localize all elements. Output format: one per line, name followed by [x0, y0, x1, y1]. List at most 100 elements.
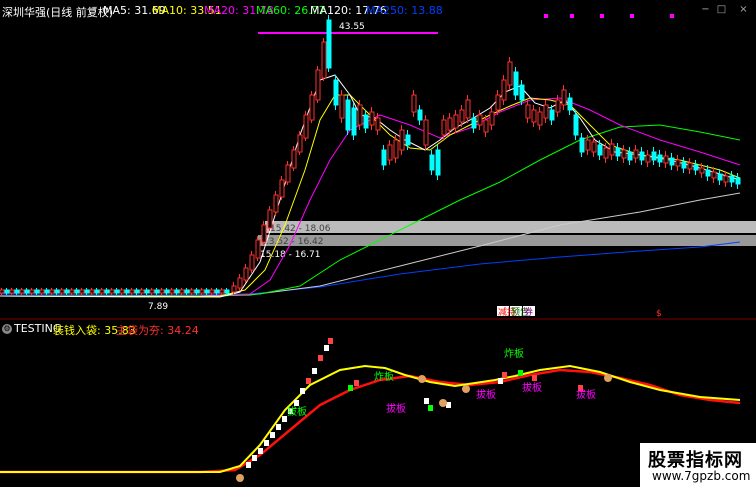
candlesticks	[0, 15, 741, 295]
zone-label: 15.42 - 18.06	[270, 224, 331, 234]
candle	[326, 19, 332, 69]
indicator-bars	[246, 338, 583, 468]
candle	[231, 285, 237, 293]
candle	[687, 162, 693, 170]
candle	[375, 117, 381, 131]
indicator-bar	[312, 368, 317, 374]
candle	[54, 289, 60, 294]
chart-canvas[interactable]: 15.42 - 18.06 13.52 - 16.42 15.18 - 16.7…	[0, 0, 756, 487]
indicator-bar	[518, 370, 523, 376]
candle	[169, 289, 175, 294]
candle	[387, 144, 393, 161]
indicator-bar	[264, 440, 269, 446]
candle	[597, 144, 603, 156]
candle	[249, 254, 255, 271]
candle	[124, 289, 130, 294]
candle	[204, 289, 210, 294]
candle	[104, 289, 110, 294]
dividend-icon: $	[656, 309, 662, 319]
candle	[189, 289, 195, 294]
candle	[357, 104, 363, 126]
candle	[603, 147, 609, 159]
candle	[441, 119, 447, 136]
candle	[699, 167, 705, 174]
candle	[351, 107, 357, 136]
candle	[483, 119, 489, 133]
indicator-bar	[246, 462, 251, 468]
candle	[519, 84, 525, 101]
indicator-bar	[324, 345, 329, 351]
candle	[459, 109, 465, 123]
signal-label: 拔板	[522, 381, 542, 394]
candle	[34, 289, 40, 294]
candle	[525, 104, 531, 119]
candle	[393, 139, 399, 159]
event-tag-label: 券	[524, 306, 533, 318]
candle	[44, 289, 50, 294]
candle	[49, 289, 55, 294]
candle	[0, 289, 5, 294]
candle	[549, 109, 555, 121]
indicator-bar	[258, 448, 263, 454]
candle	[255, 239, 261, 259]
candle	[339, 94, 345, 119]
candle	[585, 139, 591, 151]
candle	[363, 114, 369, 129]
candle	[119, 289, 125, 294]
indicator-bar	[300, 388, 305, 394]
settings-icon[interactable]: ⚙	[2, 324, 12, 334]
candle	[79, 289, 85, 294]
candle	[237, 277, 243, 289]
candle	[89, 289, 95, 294]
candle	[179, 289, 185, 294]
candle	[154, 289, 160, 294]
candle	[333, 79, 339, 106]
indicator-bar	[498, 378, 503, 384]
indicator-bar	[354, 380, 359, 386]
candle	[84, 289, 90, 294]
candle	[164, 289, 170, 294]
indicator-bar	[270, 432, 275, 438]
candle	[39, 289, 45, 294]
candle	[94, 289, 100, 294]
candle	[615, 147, 621, 157]
candle	[184, 289, 190, 294]
indicator-bar	[424, 398, 429, 404]
candle	[99, 289, 105, 294]
indicator-bar	[318, 355, 323, 361]
candle	[14, 289, 20, 294]
candle	[717, 173, 723, 181]
indicator-header: ⚙ TESTING 装钱入袋: 35.83 主袋为夯: 34.24	[0, 320, 756, 337]
candle	[711, 171, 717, 179]
watermark: 股票指标网 www.7gpzb.com	[640, 443, 756, 487]
candle	[435, 149, 441, 176]
candle	[447, 117, 453, 131]
candle	[639, 151, 645, 161]
indicator-bar	[294, 400, 299, 406]
candle	[64, 289, 70, 294]
candle	[59, 289, 65, 294]
signal-label: 拔板	[287, 405, 307, 418]
candle	[429, 154, 435, 171]
candle	[609, 143, 615, 156]
candle	[279, 179, 285, 198]
candle	[303, 114, 309, 139]
indicator-bar	[348, 385, 353, 391]
candle	[423, 119, 429, 146]
candle	[645, 154, 651, 163]
candle	[214, 289, 220, 294]
indicator-bar	[428, 405, 433, 411]
candle	[399, 129, 405, 151]
candle	[109, 289, 115, 294]
candle	[309, 94, 315, 121]
candle	[705, 169, 711, 177]
candle	[219, 289, 225, 294]
candle	[69, 289, 75, 294]
signal-label: 拔板	[386, 402, 406, 415]
ma5-line	[0, 74, 741, 298]
candle	[657, 154, 663, 163]
candle	[134, 289, 140, 294]
candle	[149, 289, 155, 294]
ma250-line	[0, 241, 741, 296]
candle	[261, 224, 267, 243]
